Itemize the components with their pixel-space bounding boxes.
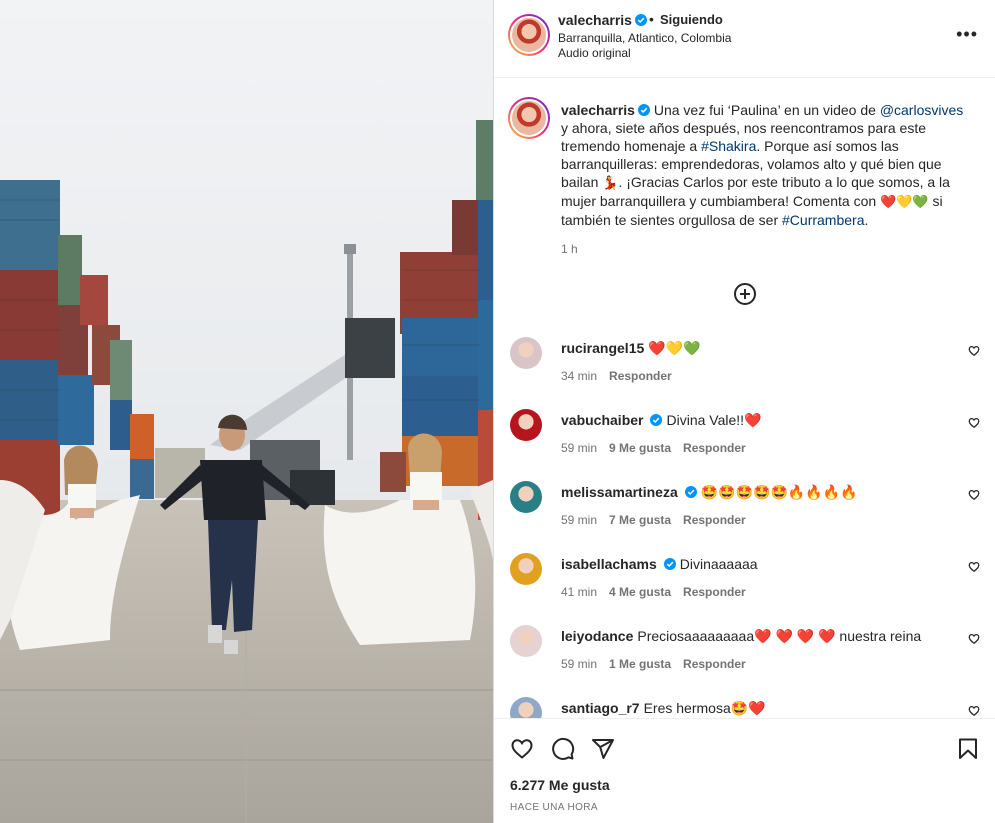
reply-button[interactable]: Responder <box>683 441 746 455</box>
caption-author-avatar[interactable] <box>508 97 550 139</box>
more-options-icon[interactable]: ••• <box>956 25 978 43</box>
comment-text: isabellachams Divinaaaaaa <box>561 556 758 572</box>
comment-like-heart-icon[interactable] <box>968 345 980 357</box>
commenter-username[interactable]: santiago_r7 <box>561 700 640 716</box>
comment-text: melissamartineza 🤩🤩🤩🤩🤩🔥🔥🔥🔥 <box>561 484 858 501</box>
commenter-username[interactable]: isabellachams <box>561 556 657 572</box>
reply-button[interactable]: Responder <box>683 585 746 599</box>
comment-item: leiyodance Preciosaaaaaaaaa❤️ ❤️ ❤️ ❤️ nu… <box>494 625 995 697</box>
verified-badge-icon <box>637 104 650 116</box>
share-paper-plane-icon[interactable] <box>591 737 615 761</box>
comment-item: isabellachams Divinaaaaaa 41 min 4 Me gusta… <box>494 553 995 625</box>
commenter-username[interactable]: rucirangel15 <box>561 340 644 356</box>
comment-like-heart-icon[interactable] <box>968 417 980 429</box>
verified-badge-icon <box>650 414 663 426</box>
comment-likes[interactable]: 1 Me gusta <box>609 657 671 671</box>
author-avatar[interactable] <box>508 14 550 56</box>
comment-body: Preciosaaaaaaaaa❤️ ❤️ ❤️ ❤️ nuestra rein… <box>637 628 922 644</box>
comment-body: Divina Vale!!❤️ <box>666 412 762 428</box>
post-header: valecharris • Siguiendo Barranquilla, At… <box>494 0 995 78</box>
post-actions: 6.277 Me gusta HACE UNA HORA <box>494 718 995 823</box>
mention-link[interactable]: @carlosvives <box>880 102 963 118</box>
author-username[interactable]: valecharris <box>558 12 647 28</box>
like-heart-icon[interactable] <box>510 737 534 761</box>
comment-body: ❤️💛💚 <box>648 340 701 356</box>
post-time-ago: HACE UNA HORA <box>510 802 598 813</box>
comment-time: 59 min <box>561 657 598 671</box>
commenter-username[interactable]: leiyodance <box>561 628 633 644</box>
comment-meta: 59 min 1 Me gusta Responder <box>561 657 758 671</box>
separator-dot: • <box>649 11 654 27</box>
post-video-frame <box>0 0 493 823</box>
caption-author[interactable]: valecharris <box>561 102 635 118</box>
reply-button[interactable]: Responder <box>683 513 746 527</box>
comment-time: 34 min <box>561 369 598 383</box>
reply-button[interactable]: Responder <box>683 657 746 671</box>
comments-scroll-area[interactable]: valecharris Una vez fui ‘Paulina’ en un … <box>494 79 995 718</box>
comment-like-heart-icon[interactable] <box>968 633 980 645</box>
verified-badge-icon <box>634 14 647 26</box>
commenter-avatar[interactable] <box>510 409 542 441</box>
comment-likes[interactable]: 9 Me gusta <box>609 441 671 455</box>
post-details-panel: valecharris • Siguiendo Barranquilla, At… <box>493 0 995 823</box>
comment-body: 🤩🤩🤩🤩🤩🔥🔥🔥🔥 <box>700 484 858 500</box>
hashtag-link[interactable]: #Currambera <box>782 212 864 228</box>
comment-item: santiago_r7 Eres hermosa🤩❤️ <box>494 697 995 718</box>
comment-body: Eres hermosa🤩❤️ <box>643 700 766 716</box>
comment-item: vabuchaiber Divina Vale!!❤️ 59 min 9 Me gus… <box>494 409 995 481</box>
commenter-avatar[interactable] <box>510 625 542 657</box>
comment-time: 41 min <box>561 585 598 599</box>
comment-like-heart-icon[interactable] <box>968 705 980 717</box>
commenter-username[interactable]: melissamartineza <box>561 484 678 500</box>
reply-button[interactable]: Responder <box>609 369 672 383</box>
comment-text: vabuchaiber Divina Vale!!❤️ <box>561 412 761 429</box>
save-bookmark-icon[interactable] <box>956 737 980 761</box>
post-caption: valecharris Una vez fui ‘Paulina’ en un … <box>561 101 971 229</box>
comment-body: Divinaaaaaa <box>679 556 758 572</box>
comment-meta: 59 min 9 Me gusta Responder <box>561 441 758 455</box>
comment-meta: 34 min Responder <box>561 369 684 383</box>
post-location[interactable]: Barranquilla, Atlantico, Colombia <box>558 31 731 45</box>
post-audio[interactable]: Audio original <box>558 46 631 60</box>
verified-badge-icon <box>684 486 697 498</box>
commenter-avatar[interactable] <box>510 481 542 513</box>
hearts-emoji: ❤️💛💚 <box>880 194 929 209</box>
comment-bubble-icon[interactable] <box>551 737 575 761</box>
caption-text: Una vez fui ‘Paulina’ en un video de <box>653 102 880 118</box>
comment-text: leiyodance Preciosaaaaaaaaa❤️ ❤️ ❤️ ❤️ nu… <box>561 628 921 645</box>
commenter-avatar[interactable] <box>510 553 542 585</box>
comment-likes[interactable]: 4 Me gusta <box>609 585 671 599</box>
likes-count[interactable]: 6.277 Me gusta <box>510 777 610 793</box>
comment-item: rucirangel15 ❤️💛💚 34 min Responder <box>494 337 995 409</box>
caption-timestamp: 1 h <box>561 242 578 256</box>
comment-like-heart-icon[interactable] <box>968 561 980 573</box>
caption-text: . <box>864 212 869 228</box>
comment-likes[interactable]: 7 Me gusta <box>609 513 671 527</box>
comment-time: 59 min <box>561 441 598 455</box>
post-media[interactable] <box>0 0 493 823</box>
commenter-username[interactable]: vabuchaiber <box>561 412 643 428</box>
comment-meta: 41 min 4 Me gusta Responder <box>561 585 758 599</box>
dance-emoji: 💃 <box>602 175 619 190</box>
commenter-avatar[interactable] <box>510 337 542 369</box>
comment-text: santiago_r7 Eres hermosa🤩❤️ <box>561 700 766 717</box>
load-more-comments-icon[interactable] <box>733 282 757 306</box>
comment-meta: 59 min 7 Me gusta Responder <box>561 513 758 527</box>
following-button[interactable]: Siguiendo <box>660 12 723 27</box>
comment-item: melissamartineza 🤩🤩🤩🤩🤩🔥🔥🔥🔥 59 min 7 Me gust… <box>494 481 995 553</box>
commenter-avatar[interactable] <box>510 697 542 718</box>
comment-like-heart-icon[interactable] <box>968 489 980 501</box>
comment-text: rucirangel15 ❤️💛💚 <box>561 340 701 357</box>
comment-time: 59 min <box>561 513 598 527</box>
hashtag-link[interactable]: #Shakira <box>701 138 756 154</box>
verified-badge-icon <box>663 558 676 570</box>
